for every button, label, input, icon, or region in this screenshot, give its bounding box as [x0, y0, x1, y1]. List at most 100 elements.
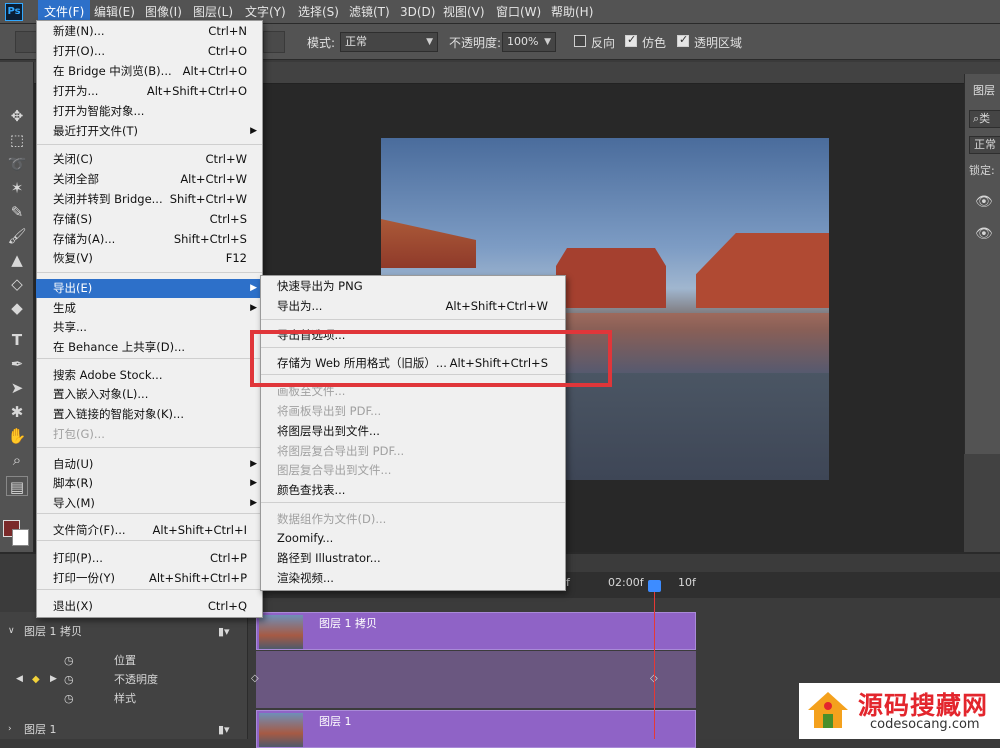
gradient-type-icon[interactable] [263, 31, 285, 53]
eye-icon[interactable]: 👁 [975, 194, 993, 210]
submenu-item-layer-comps-to-pdf[interactable]: 将图层复合导出到 PDF... [260, 442, 566, 461]
menu-view[interactable]: 视图(V) [437, 0, 491, 24]
menu-select[interactable]: 选择(S) [292, 0, 345, 24]
keyframe-lane[interactable] [256, 689, 696, 708]
blend-mode-select[interactable]: 正常 [969, 136, 1000, 154]
menu-item-save[interactable]: 存储(S) Ctrl+S [36, 210, 263, 229]
lasso-tool-icon[interactable]: ➰ [6, 154, 28, 174]
stopwatch-icon[interactable]: ◷ [64, 670, 74, 689]
menu-item-file-info[interactable]: 文件简介(F)... Alt+Shift+Ctrl+I [36, 521, 263, 540]
playhead-line[interactable] [654, 590, 655, 739]
chevron-right-icon[interactable]: › [8, 720, 12, 739]
film-strip-icon[interactable]: ▮▾ [218, 622, 230, 641]
menu-item-share[interactable]: 共享... [36, 318, 263, 337]
submenu-item-export-as[interactable]: 导出为... Alt+Shift+Ctrl+W [260, 297, 566, 316]
marquee-tool-icon[interactable]: ⬚ [6, 130, 28, 150]
track-layer1[interactable]: › 图层 1 ▮▾ [0, 720, 248, 739]
submenu-item-data-sets-as-files[interactable]: 数据组作为文件(D)... [260, 510, 566, 529]
submenu-item-render-video[interactable]: 渲染视频... [260, 569, 566, 588]
submenu-item-layers-to-files[interactable]: 将图层导出到文件... [260, 422, 566, 441]
gradient-preset-icon[interactable] [15, 31, 37, 53]
layers-panel-title[interactable]: 图层 [973, 82, 995, 98]
menu-item-place-linked[interactable]: 置入链接的智能对象(K)... [36, 405, 263, 424]
submenu-item-artboards-to-pdf[interactable]: 将画板导出到 PDF... [260, 402, 566, 421]
keyframe-icon[interactable]: ◇ [251, 673, 259, 684]
menu-filter[interactable]: 滤镜(T) [343, 0, 396, 24]
transparency-checkbox[interactable] [677, 33, 689, 47]
menu-item-package[interactable]: 打包(G)... [36, 425, 263, 444]
shape-tool-icon[interactable]: ✱ [6, 402, 28, 422]
watermark-url: codesocang.com [870, 717, 980, 732]
timeline-tick: 02:00f [608, 576, 644, 589]
mode-select[interactable]: 正常 ▼ [340, 32, 438, 52]
eyedropper-tool-icon[interactable]: ✎ [6, 202, 28, 222]
menu-item-open-as-smart-object[interactable]: 打开为智能对象... [36, 102, 263, 121]
menu-item-exit[interactable]: 退出(X) Ctrl+Q [36, 597, 263, 616]
menu-item-close-and-go-to-bridge[interactable]: 关闭并转到 Bridge... Shift+Ctrl+W [36, 190, 263, 209]
keyframe-diamond-icon[interactable]: ◆ [32, 670, 40, 689]
next-keyframe-icon[interactable]: ▶ [50, 670, 57, 689]
menu-item-search-adobe-stock[interactable]: 搜索 Adobe Stock... [36, 366, 263, 385]
submenu-item-color-lookup-tables[interactable]: 颜色查找表... [260, 481, 566, 500]
hand-tool-icon[interactable]: ✋ [6, 426, 28, 446]
menu-item-print-one-copy[interactable]: 打印一份(Y) Alt+Shift+Ctrl+P [36, 569, 263, 588]
menu-item-label: 导出为... [277, 299, 323, 313]
eye-icon[interactable]: 👁 [975, 226, 993, 242]
menu-item-open[interactable]: 打开(O)... Ctrl+O [36, 42, 263, 61]
move-tool-icon[interactable]: ✥ [6, 106, 28, 126]
layer-filter-search[interactable]: ⌕类 [969, 110, 1000, 128]
menu-item-open-recent[interactable]: 最近打开文件(T) ▶ [36, 122, 263, 141]
submenu-item-paths-to-illustrator[interactable]: 路径到 Illustrator... [260, 549, 566, 568]
stopwatch-icon[interactable]: ◷ [64, 689, 74, 708]
keyframe-lane[interactable] [256, 651, 696, 670]
timeline-clip[interactable]: 图层 1 拷贝 [256, 612, 696, 650]
menu-item-import[interactable]: 导入(M) ▶ [36, 494, 263, 513]
gradient-tool-icon[interactable]: ▤ [6, 476, 28, 496]
prev-keyframe-icon[interactable]: ◀ [16, 670, 23, 689]
menu-window[interactable]: 窗口(W) [490, 0, 547, 24]
menu-item-browse-in-bridge[interactable]: 在 Bridge 中浏览(B)... Alt+Ctrl+O [36, 62, 263, 81]
menu-item-save-as[interactable]: 存储为(A)... Shift+Ctrl+S [36, 230, 263, 249]
menu-3d[interactable]: 3D(D) [394, 0, 441, 24]
track-layer1-copy[interactable]: ∨ 图层 1 拷贝 ▮▾ [0, 622, 248, 641]
keyframe-lane[interactable] [256, 670, 696, 689]
brush-tool-icon[interactable]: 🖌 [6, 226, 28, 246]
track-name: 图层 1 [24, 723, 57, 736]
menu-item-close-all[interactable]: 关闭全部 Alt+Ctrl+W [36, 170, 263, 189]
prop-label: 位置 [114, 654, 136, 667]
timeline-clip[interactable]: 图层 1 [256, 710, 696, 748]
menu-help[interactable]: 帮助(H) [545, 0, 599, 24]
menu-item-label: 打开(O)... [53, 44, 105, 58]
menu-item-scripts[interactable]: 脚本(R) ▶ [36, 474, 263, 493]
path-select-tool-icon[interactable]: ➤ [6, 378, 28, 398]
menu-item-share-on-behance[interactable]: 在 Behance 上共享(D)... [36, 338, 263, 357]
pen-tool-icon[interactable]: ✒ [6, 354, 28, 374]
submenu-item-layer-comps-to-files[interactable]: 图层复合导出到文件... [260, 461, 566, 480]
chevron-down-icon[interactable]: ∨ [8, 622, 15, 641]
menu-item-export[interactable]: 导出(E) ▶ [36, 279, 263, 298]
menu-item-open-as[interactable]: 打开为... Alt+Shift+Ctrl+O [36, 82, 263, 101]
stopwatch-icon[interactable]: ◷ [64, 651, 74, 670]
playhead-handle[interactable] [648, 580, 661, 592]
menu-item-new[interactable]: 新建(N)... Ctrl+N [36, 22, 263, 41]
opacity-select[interactable]: 100% ▼ [502, 32, 556, 52]
submenu-item-zoomify[interactable]: Zoomify... [260, 529, 566, 548]
eraser-tool-icon[interactable]: ◇ [6, 274, 28, 294]
blur-tool-icon[interactable]: ◆ [6, 298, 28, 318]
menu-item-automate[interactable]: 自动(U) ▶ [36, 455, 263, 474]
menu-item-revert[interactable]: 恢复(V) F12 [36, 249, 263, 268]
zoom-tool-icon[interactable]: ⌕ [6, 450, 28, 470]
menu-item-label: 搜索 Adobe Stock... [53, 368, 163, 382]
dither-checkbox[interactable] [625, 33, 637, 47]
film-strip-icon[interactable]: ▮▾ [218, 720, 230, 739]
magic-wand-tool-icon[interactable]: ✶ [6, 178, 28, 198]
menu-item-generate[interactable]: 生成 ▶ [36, 299, 263, 318]
background-color-swatch[interactable] [12, 529, 29, 546]
type-tool-icon[interactable]: T [6, 330, 28, 350]
menu-item-place-embedded[interactable]: 置入嵌入对象(L)... [36, 385, 263, 404]
stamp-tool-icon[interactable]: ▲ [6, 250, 28, 270]
reverse-checkbox[interactable] [574, 35, 586, 47]
menu-item-print[interactable]: 打印(P)... Ctrl+P [36, 549, 263, 568]
submenu-item-quick-export-png[interactable]: 快速导出为 PNG [260, 277, 566, 296]
menu-item-close[interactable]: 关闭(C) Ctrl+W [36, 150, 263, 169]
